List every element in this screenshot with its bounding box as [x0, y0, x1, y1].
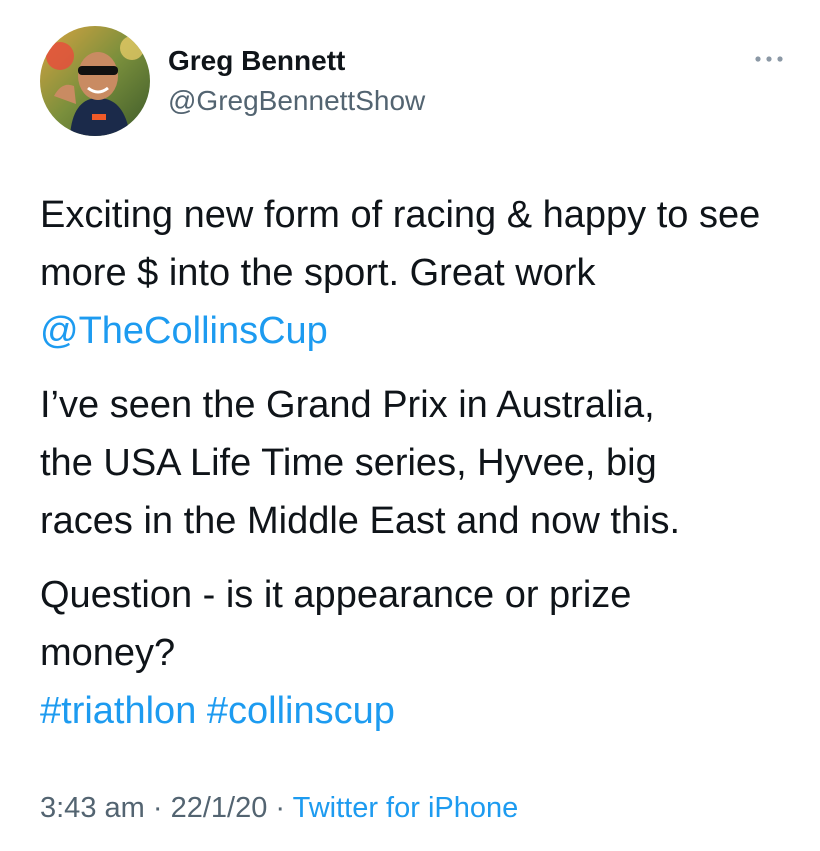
tweet-paragraph-1-text: Exciting new form of racing & happy to s…: [40, 194, 761, 294]
tweet-paragraph-3: Question - is it appearance or prize mon…: [40, 566, 800, 740]
meta-separator: ·: [144, 792, 171, 824]
more-options-icon[interactable]: [752, 52, 786, 66]
tweet-line: Question - is it appearance or prize: [40, 574, 632, 616]
hashtag-link-triathlon[interactable]: #triathlon: [40, 690, 196, 732]
tweet-paragraph-1: Exciting new form of racing & happy to s…: [40, 186, 800, 360]
tweet-date[interactable]: 22/1/20: [171, 792, 268, 824]
tweet-line: money?: [40, 632, 176, 674]
avatar[interactable]: [40, 26, 150, 136]
author-handle[interactable]: @GregBennettShow: [168, 84, 425, 118]
profile-photo-icon: [40, 26, 150, 136]
hashtag-link-collinscup[interactable]: #collinscup: [207, 690, 395, 732]
tweet-line: races in the Middle East and now this.: [40, 500, 681, 542]
tweet-source-link[interactable]: Twitter for iPhone: [293, 792, 519, 824]
mention-link[interactable]: @TheCollinsCup: [40, 310, 328, 352]
tweet-metadata: 3:43 am · 22/1/20 · Twitter for iPhone: [40, 788, 518, 828]
tweet-line: the USA Life Time series, Hyvee, big: [40, 442, 657, 484]
meta-separator: ·: [267, 792, 293, 824]
tweet-text: Exciting new form of racing & happy to s…: [40, 186, 800, 740]
tweet-line: I’ve seen the Grand Prix in Australia,: [40, 384, 655, 426]
tweet-time[interactable]: 3:43 am: [40, 792, 145, 824]
author-display-name[interactable]: Greg Bennett: [168, 44, 345, 78]
tweet-paragraph-2: I’ve seen the Grand Prix in Australia, t…: [40, 376, 800, 550]
